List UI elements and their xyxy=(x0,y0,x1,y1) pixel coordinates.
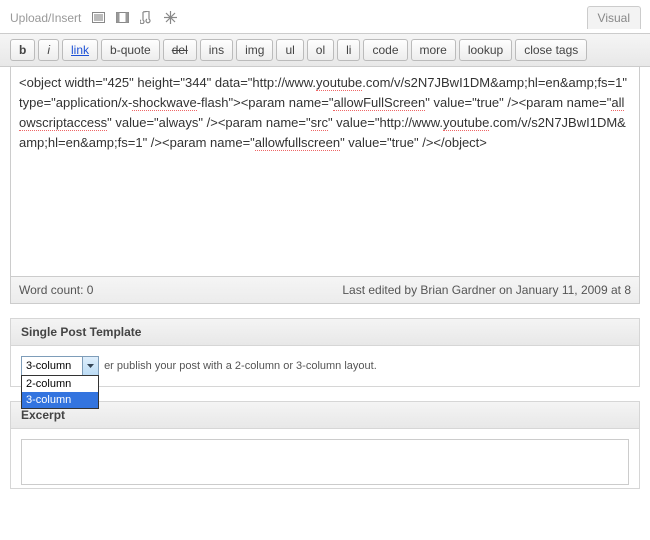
italic-button[interactable]: i xyxy=(38,39,59,61)
word-count: Word count: 0 xyxy=(19,283,93,297)
upload-insert-label: Upload/Insert xyxy=(10,11,81,25)
code-button[interactable]: code xyxy=(363,39,407,61)
chevron-down-icon xyxy=(82,357,98,375)
add-image-icon[interactable] xyxy=(91,11,105,25)
post-content-editor[interactable]: <object width="425" height="344" data="h… xyxy=(10,67,640,277)
ul-button[interactable]: ul xyxy=(276,39,303,61)
bold-button[interactable]: b xyxy=(10,39,35,61)
ol-button[interactable]: ol xyxy=(307,39,334,61)
link-button[interactable]: link xyxy=(62,39,98,61)
add-media-icon[interactable] xyxy=(163,11,177,25)
blockquote-button[interactable]: b-quote xyxy=(101,39,160,61)
panel-title: Single Post Template xyxy=(11,319,639,346)
visual-tab[interactable]: Visual xyxy=(587,6,641,29)
last-edited: Last edited by Brian Gardner on January … xyxy=(342,283,631,297)
excerpt-title: Excerpt xyxy=(11,402,639,429)
editor-status-bar: Word count: 0 Last edited by Brian Gardn… xyxy=(10,277,640,304)
add-video-icon[interactable] xyxy=(115,11,129,25)
upload-insert-row: Upload/Insert Visual xyxy=(0,0,650,33)
ins-button[interactable]: ins xyxy=(200,39,233,61)
lookup-button[interactable]: lookup xyxy=(459,39,512,61)
more-button[interactable]: more xyxy=(411,39,456,61)
quicktags-toolbar: b i link b-quote del ins img ul ol li co… xyxy=(0,33,650,67)
template-select-value: 3-column xyxy=(22,360,82,372)
close-tags-button[interactable]: close tags xyxy=(515,39,587,61)
add-audio-icon[interactable] xyxy=(139,11,153,25)
del-button[interactable]: del xyxy=(163,39,197,61)
excerpt-textarea[interactable] xyxy=(21,439,629,485)
template-option-2-column[interactable]: 2-column xyxy=(22,376,98,392)
media-icons xyxy=(91,11,177,25)
template-select[interactable]: 3-column xyxy=(21,356,99,376)
template-hint: er publish your post with a 2-column or … xyxy=(104,360,377,372)
single-post-template-panel: Single Post Template 3-column 2-column 3… xyxy=(10,318,640,387)
excerpt-panel: Excerpt xyxy=(10,401,640,489)
template-dropdown: 2-column 3-column xyxy=(21,375,99,409)
li-button[interactable]: li xyxy=(337,39,360,61)
template-option-3-column[interactable]: 3-column xyxy=(22,392,98,408)
img-button[interactable]: img xyxy=(236,39,273,61)
